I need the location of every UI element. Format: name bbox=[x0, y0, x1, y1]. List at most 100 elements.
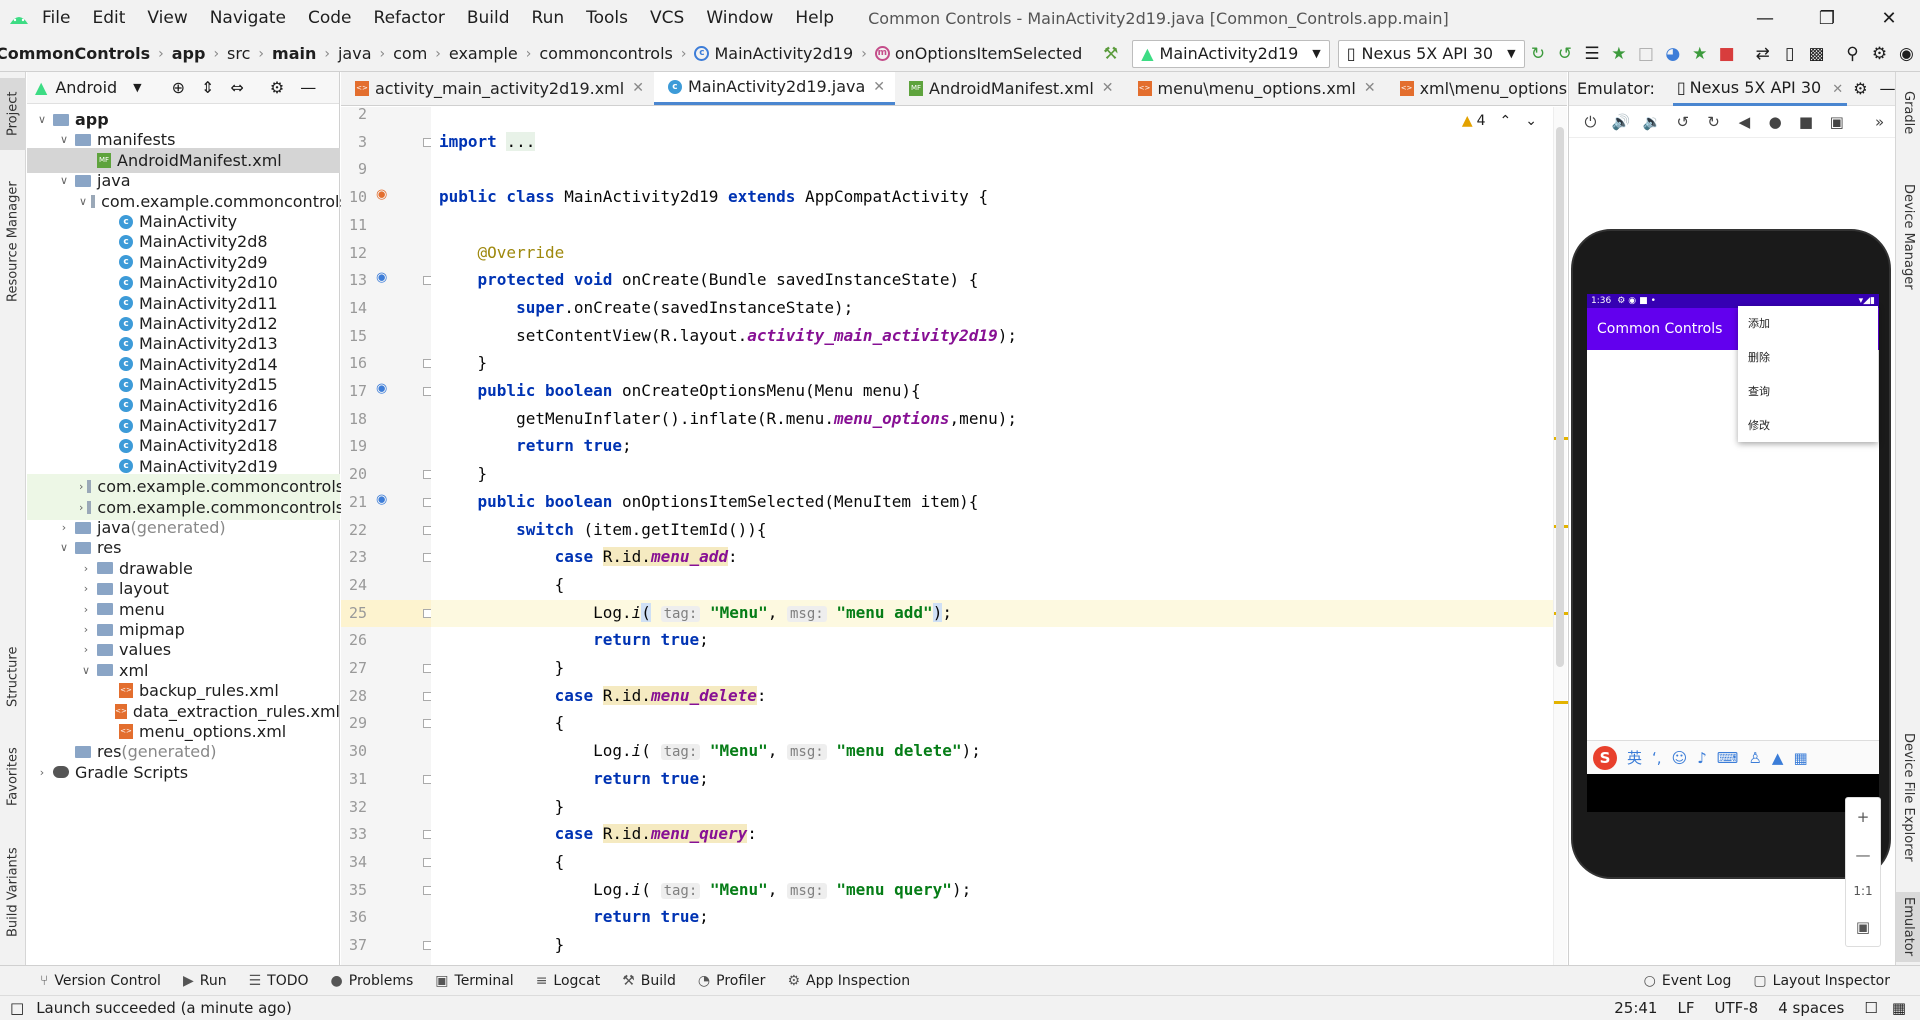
close-tab-icon[interactable]: ✕ bbox=[632, 80, 644, 96]
menu-window[interactable]: Window bbox=[706, 8, 773, 28]
user-icon[interactable]: ♙ bbox=[1748, 749, 1761, 767]
hide-panel-icon[interactable]: — bbox=[1880, 79, 1896, 98]
stop-icon[interactable]: ■ bbox=[1718, 43, 1735, 65]
menu-help[interactable]: Help bbox=[795, 8, 834, 28]
menu-code[interactable]: Code bbox=[308, 8, 352, 28]
breadcrumb-item[interactable]: c MainActivity2d19 bbox=[694, 44, 853, 63]
lock-icon[interactable]: ☐ bbox=[1864, 999, 1877, 1017]
options-menu-item[interactable]: 添加 bbox=[1738, 306, 1878, 340]
chevron-down-icon[interactable]: ∨ bbox=[79, 664, 93, 677]
gradle-tool-tab[interactable]: Gradle bbox=[1896, 78, 1920, 148]
zoom-actual-size[interactable]: 1:1 bbox=[1853, 884, 1872, 898]
chevron-down-icon[interactable]: ∨ bbox=[57, 133, 71, 146]
volume-down-icon[interactable]: 🔉 bbox=[1637, 113, 1668, 131]
skin-icon[interactable]: ▲ bbox=[1772, 749, 1784, 767]
rotate-left-icon[interactable]: ↺ bbox=[1667, 113, 1698, 131]
project-tool-tab[interactable]: Project bbox=[0, 78, 26, 150]
breadcrumb-item[interactable]: java bbox=[338, 44, 372, 63]
tool-version-control[interactable]: ⑂ Version Control bbox=[40, 973, 161, 989]
back-icon[interactable]: ◀ bbox=[1729, 113, 1760, 131]
zoom-fit-icon[interactable]: ▣ bbox=[1856, 918, 1870, 936]
build-variants-tool-tab[interactable]: Build Variants bbox=[0, 832, 26, 952]
menu-run[interactable]: Run bbox=[532, 8, 565, 28]
chevron-right-icon[interactable]: › bbox=[79, 480, 83, 493]
options-menu-item[interactable]: 修改 bbox=[1738, 408, 1878, 442]
editor-tab[interactable]: <> activity_main_activity2d19.xml ✕ bbox=[341, 72, 654, 105]
close-tab-icon[interactable]: ✕ bbox=[1832, 82, 1843, 97]
power-icon[interactable]: ⏻ bbox=[1575, 113, 1606, 131]
breadcrumb-item[interactable]: app bbox=[172, 44, 206, 63]
close-tab-icon[interactable]: ✕ bbox=[1364, 80, 1376, 96]
attach-debugger-icon[interactable]: □ bbox=[1637, 43, 1654, 65]
menu-vcs[interactable]: VCS bbox=[650, 8, 684, 28]
sogou-logo[interactable]: S bbox=[1593, 745, 1617, 770]
tool-profiler[interactable]: ◔ Profiler bbox=[698, 973, 766, 989]
device-file-explorer-tool-tab[interactable]: Device File Explorer bbox=[1896, 712, 1920, 882]
emulator-tool-tab[interactable]: Emulator bbox=[1896, 892, 1920, 962]
menu-grid-icon[interactable]: ▦ bbox=[1793, 749, 1807, 767]
tool-todo[interactable]: ☰ TODO bbox=[249, 973, 309, 989]
override-marker-icon[interactable]: ◉ bbox=[376, 381, 387, 396]
gear-icon[interactable]: ⚙ bbox=[1853, 79, 1867, 98]
resource-manager-tool-tab[interactable]: Resource Manager bbox=[0, 172, 26, 312]
device-manager-tool-tab[interactable]: Device Manager bbox=[1896, 172, 1920, 302]
tool-problems[interactable]: ● Problems bbox=[331, 973, 414, 989]
chevron-right-icon[interactable]: › bbox=[79, 643, 93, 656]
file-encoding[interactable]: UTF-8 bbox=[1714, 999, 1758, 1017]
punctuation-icon[interactable]: ‘, bbox=[1652, 749, 1662, 767]
chevron-right-icon[interactable]: › bbox=[79, 562, 93, 575]
chevron-right-icon[interactable]: › bbox=[35, 766, 49, 779]
project-view-select[interactable]: Android bbox=[55, 78, 117, 97]
chevron-right-icon[interactable]: › bbox=[79, 603, 93, 616]
breadcrumb-item[interactable]: CommonControls bbox=[0, 44, 150, 63]
run-marker-icon[interactable]: ◉ bbox=[376, 187, 387, 202]
zoom-in-icon[interactable]: + bbox=[1857, 808, 1870, 826]
breadcrumb-item[interactable]: main bbox=[272, 44, 316, 63]
breadcrumb-item[interactable]: src bbox=[227, 44, 250, 63]
menu-file[interactable]: File bbox=[42, 8, 70, 28]
zoom-out-icon[interactable]: — bbox=[1856, 846, 1871, 864]
emulator-device-tab[interactable]: ▯ Nexus 5X API 30 ✕ bbox=[1672, 72, 1848, 106]
chevron-right-icon[interactable]: › bbox=[57, 521, 71, 534]
editor-tab[interactable]: MF AndroidManifest.xml ✕ bbox=[895, 72, 1123, 105]
menu-tools[interactable]: Tools bbox=[586, 8, 628, 28]
chevron-down-icon[interactable]: ∨ bbox=[57, 174, 71, 187]
hammer-icon[interactable]: ⚒ bbox=[1102, 43, 1119, 65]
chevron-down-icon[interactable]: ∨ bbox=[35, 113, 49, 126]
status-message[interactable]: Launch succeeded (a minute ago) bbox=[36, 999, 292, 1017]
account-icon[interactable]: ◉ bbox=[1898, 43, 1915, 65]
editor-scrollbar[interactable] bbox=[1553, 107, 1568, 965]
tool-event-log[interactable]: ○ Event Log bbox=[1644, 973, 1732, 989]
override-marker-icon[interactable]: ◉ bbox=[376, 270, 387, 285]
chevron-right-icon[interactable]: › bbox=[79, 501, 83, 514]
structure-tool-tab[interactable]: Structure bbox=[0, 632, 26, 722]
rotate-right-icon[interactable]: ↻ bbox=[1698, 113, 1729, 131]
tool-build[interactable]: ⚒ Build bbox=[622, 973, 676, 989]
menu-build[interactable]: Build bbox=[467, 8, 510, 28]
close-tab-icon[interactable]: ✕ bbox=[873, 79, 885, 95]
hide-panel-icon[interactable]: — bbox=[300, 78, 316, 97]
code-editor[interactable]: ▲ 4 ⌃ ⌄ import ... public class MainActiv… bbox=[431, 107, 1553, 965]
gear-icon[interactable]: ⚙ bbox=[270, 78, 284, 97]
device-manager-icon[interactable]: ▯ bbox=[1781, 43, 1798, 65]
indent-setting[interactable]: 4 spaces bbox=[1778, 999, 1844, 1017]
tool-terminal[interactable]: ▣ Terminal bbox=[435, 973, 513, 989]
expand-all-icon[interactable]: ⇕ bbox=[201, 78, 214, 97]
favorites-tool-tab[interactable]: Favorites bbox=[0, 732, 26, 822]
override-marker-icon[interactable]: ◉ bbox=[376, 492, 387, 507]
sync-gradle-icon[interactable]: ⇄ bbox=[1754, 43, 1771, 65]
coverage-icon[interactable]: ☰ bbox=[1583, 43, 1600, 65]
tree-item[interactable]: › Gradle Scripts bbox=[27, 760, 340, 785]
chevron-right-icon[interactable]: › bbox=[79, 623, 93, 636]
apply-changes-icon[interactable]: ↺ bbox=[1557, 43, 1574, 65]
debug-icon[interactable]: ★ bbox=[1610, 43, 1627, 65]
breadcrumb-item[interactable]: m onOptionsItemSelected bbox=[874, 44, 1082, 63]
menu-refactor[interactable]: Refactor bbox=[374, 8, 445, 28]
options-menu-item[interactable]: 查询 bbox=[1738, 374, 1878, 408]
maximize-icon[interactable]: ❐ bbox=[1796, 0, 1858, 36]
editor-tab[interactable]: <>xml\menu_options.xml✕ bbox=[1386, 72, 1567, 105]
device-select[interactable]: ▯ Nexus 5X API 30 ▼ bbox=[1337, 39, 1525, 68]
more-icon[interactable]: » bbox=[1864, 113, 1895, 131]
breadcrumb-item[interactable]: example bbox=[449, 44, 518, 63]
tool-layout-inspector[interactable]: ▢ Layout Inspector bbox=[1753, 973, 1890, 989]
